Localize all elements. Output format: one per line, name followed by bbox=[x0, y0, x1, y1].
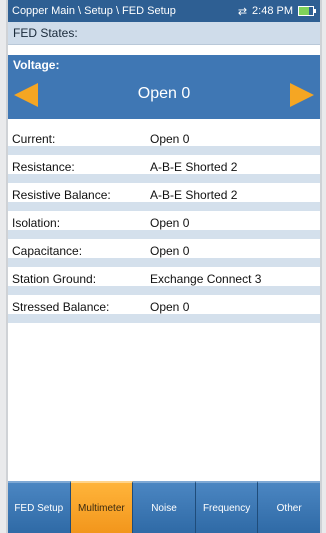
row-label: Station Ground: bbox=[12, 272, 97, 286]
row-label: Resistive Balance: bbox=[12, 188, 111, 202]
row-label: Current: bbox=[12, 132, 56, 146]
stressed-balance-row[interactable]: Stressed Balance: Open 0 bbox=[8, 295, 320, 323]
fed-settings-list: Current: Open 0 Resistance: A-B-E Shorte… bbox=[8, 127, 320, 323]
device-screen: Copper Main \ Setup \ FED Setup ⇄ 2:48 P… bbox=[6, 0, 322, 533]
clock-time: 2:48 PM bbox=[252, 5, 293, 17]
tab-other[interactable]: Other bbox=[258, 481, 320, 533]
station-ground-row[interactable]: Station Ground: Exchange Connect 3 bbox=[8, 267, 320, 295]
voltage-selector: Voltage: Open 0 bbox=[8, 55, 320, 119]
row-value: Open 0 bbox=[150, 216, 190, 230]
row-value: Open 0 bbox=[150, 300, 190, 314]
battery-icon bbox=[298, 6, 316, 16]
resistance-row[interactable]: Resistance: A-B-E Shorted 2 bbox=[8, 155, 320, 183]
tab-multimeter[interactable]: Multimeter bbox=[70, 481, 134, 533]
sync-arrows-icon: ⇄ bbox=[237, 5, 248, 18]
row-value: A-B-E Shorted 2 bbox=[150, 188, 238, 202]
row-label: Isolation: bbox=[12, 216, 61, 230]
isolation-row[interactable]: Isolation: Open 0 bbox=[8, 211, 320, 239]
fed-states-header: FED States: bbox=[8, 22, 320, 45]
tab-fed-setup[interactable]: FED Setup bbox=[8, 481, 71, 533]
voltage-value: Open 0 bbox=[137, 85, 191, 102]
row-value: A-B-E Shorted 2 bbox=[150, 160, 238, 174]
status-bar: Copper Main \ Setup \ FED Setup ⇄ 2:48 P… bbox=[8, 0, 320, 22]
row-value: Exchange Connect 3 bbox=[150, 272, 262, 286]
tab-frequency[interactable]: Frequency bbox=[195, 481, 259, 533]
breadcrumb: Copper Main \ Setup \ FED Setup bbox=[12, 5, 176, 17]
row-value: Open 0 bbox=[150, 244, 190, 258]
status-indicators: ⇄ 2:48 PM bbox=[237, 5, 316, 18]
row-label: Capacitance: bbox=[12, 244, 83, 258]
voltage-label: Voltage: bbox=[13, 58, 60, 72]
row-label: Stressed Balance: bbox=[12, 300, 110, 314]
resistive-balance-row[interactable]: Resistive Balance: A-B-E Shorted 2 bbox=[8, 183, 320, 211]
main-content: FED States: Voltage: Open 0 Current: Ope… bbox=[8, 22, 320, 323]
current-row[interactable]: Current: Open 0 bbox=[8, 127, 320, 155]
capacitance-row[interactable]: Capacitance: Open 0 bbox=[8, 239, 320, 267]
row-label: Resistance: bbox=[12, 160, 75, 174]
row-value: Open 0 bbox=[150, 132, 190, 146]
spacer bbox=[8, 45, 320, 55]
bottom-tab-bar: FED Setup Multimeter Noise Frequency Oth… bbox=[8, 481, 320, 533]
next-arrow-icon[interactable] bbox=[288, 81, 316, 109]
tab-noise[interactable]: Noise bbox=[133, 481, 196, 533]
